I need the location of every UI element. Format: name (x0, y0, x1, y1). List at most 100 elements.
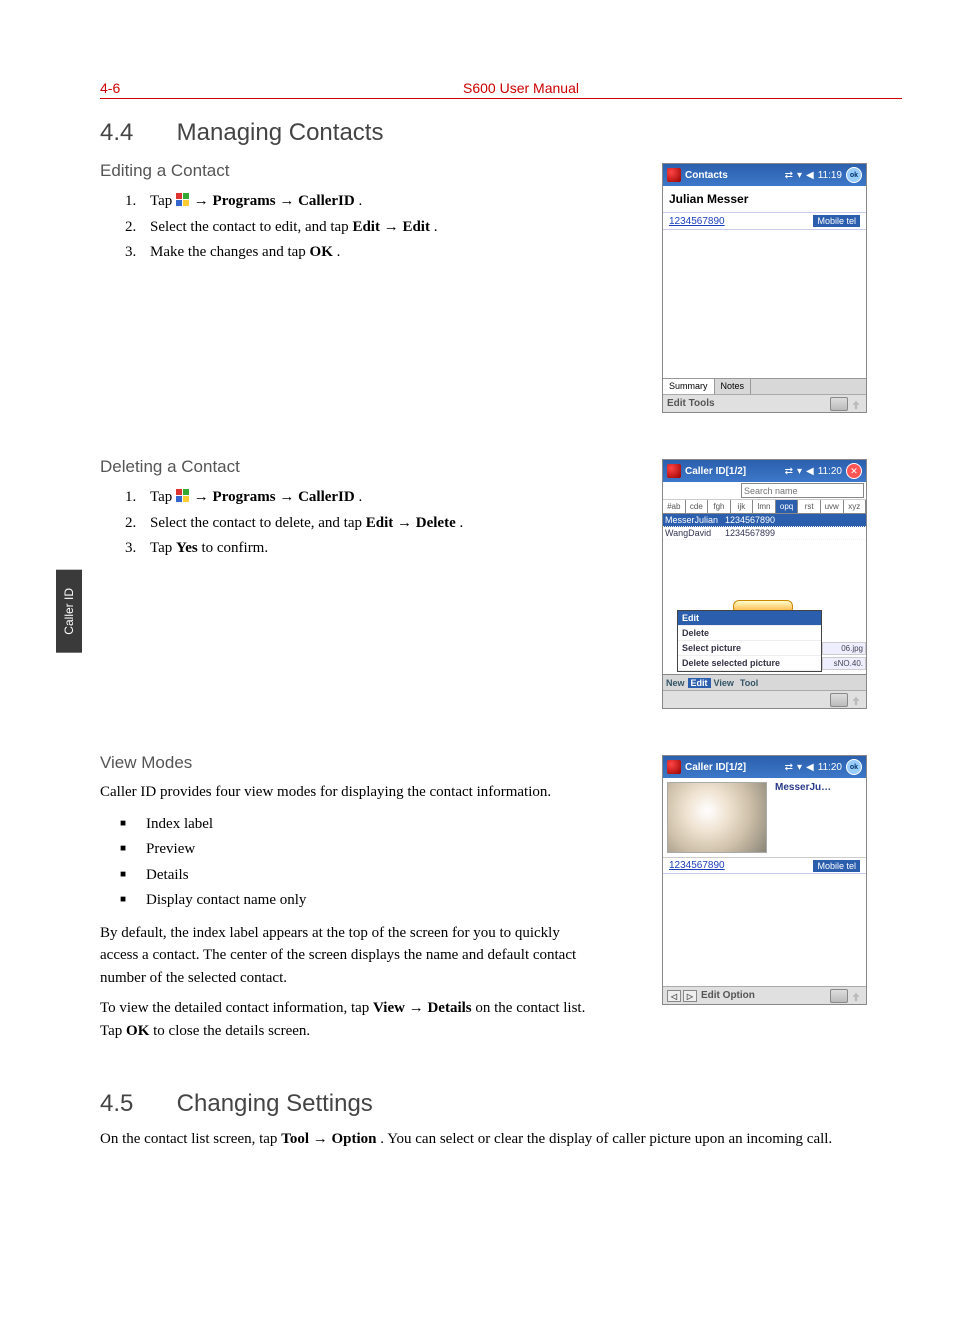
view-modes-intro: Caller ID provides four view modes for d… (100, 781, 600, 804)
window-title: Caller ID[1/2] (685, 762, 746, 773)
preview-area: MesserJu… (663, 778, 866, 858)
manual-title: S600 User Manual (140, 80, 902, 96)
footer-menu[interactable]: Edit Option (701, 990, 755, 1001)
section-4-5-heading: 4.5 Changing Settings (100, 1090, 902, 1118)
idx-ab[interactable]: #ab (663, 500, 686, 513)
tab-notes[interactable]: Notes (715, 379, 752, 394)
nav-prev-button[interactable]: ◁ (667, 990, 681, 1002)
menu-edit[interactable]: Edit (688, 678, 711, 688)
signal-icon: ▾ (797, 762, 802, 773)
contact-phone-row[interactable]: 1234567890 Mobile tel (663, 212, 866, 230)
contact-list: MesserJulian 1234567890 WangDavid 123456… (663, 514, 866, 540)
edit-step3-ok: OK (310, 244, 333, 260)
section-title: Changing Settings (177, 1090, 373, 1117)
menu-delete-picture[interactable]: Delete selected picture (678, 656, 821, 671)
mode-name-only: Display contact name only (120, 888, 642, 914)
edit-step-1: Tap → Programs → CallerID . (140, 189, 642, 215)
keyboard-icon[interactable] (830, 397, 848, 411)
menu-view[interactable]: View (711, 678, 737, 688)
footer-bar: · (663, 690, 866, 708)
edit-step-2: Select the contact to edit, and tap Edit… (140, 215, 642, 241)
up-arrow-icon[interactable] (850, 397, 862, 411)
section-number: 4.5 (100, 1090, 170, 1118)
idx-ijk[interactable]: ijk (731, 500, 754, 513)
idx-cde[interactable]: cde (686, 500, 709, 513)
menu-delete[interactable]: Delete (678, 626, 821, 641)
view-modes-para1: By default, the index label appears at t… (100, 922, 600, 990)
del-step-2: Select the contact to delete, and tap Ed… (140, 511, 642, 537)
close-button[interactable]: ✕ (846, 463, 862, 479)
edit-step1-path: → Programs → CallerID (194, 193, 355, 209)
list-item[interactable]: WangDavid 1234567899 (663, 527, 866, 540)
contact-phone[interactable]: 1234567890 (669, 860, 725, 871)
side-file: sNO.40. (822, 657, 866, 670)
contact-name: Julian Messer (663, 186, 866, 212)
edit-step-3: Make the changes and tap OK . (140, 240, 642, 266)
idx-uvw[interactable]: uvw (821, 500, 844, 513)
menu-tool[interactable]: Tool (737, 678, 761, 688)
footer-bar: ◁ ▷ Edit Option (663, 986, 866, 1004)
footer-bar: Edit Tools (663, 394, 866, 412)
del-step2-path: Edit → Delete (366, 515, 456, 531)
keyboard-icon[interactable] (830, 693, 848, 707)
phone-type-badge: Mobile tel (813, 860, 860, 872)
idx-lmn[interactable]: lmn (753, 500, 776, 513)
mode-preview: Preview (120, 837, 642, 863)
side-info: 06.jpg sNO.40. (822, 640, 866, 672)
windows-start-icon (176, 487, 190, 501)
sound-icon: ◀ (806, 170, 814, 181)
caller-picture (667, 782, 767, 853)
idx-rst[interactable]: rst (798, 500, 821, 513)
sync-icon: ⇄ (785, 762, 793, 773)
tab-summary[interactable]: Summary (663, 379, 715, 394)
bottom-menubar: New Edit View Tool (663, 674, 866, 690)
edit-popup-menu: Edit Delete Select picture Delete select… (677, 610, 822, 672)
search-input[interactable] (741, 483, 864, 498)
caller-name: MesserJu… (771, 778, 835, 857)
mode-index-label: Index label (120, 812, 642, 838)
titlebar: Caller ID[1/2] ⇄ ▾ ◀ 11:20 ✕ (663, 460, 866, 482)
ok-button[interactable]: ok (846, 167, 862, 183)
view-modes-para2: To view the detailed contact information… (100, 997, 600, 1042)
list-item[interactable]: MesserJulian 1234567890 (663, 514, 866, 527)
editing-contact-heading: Editing a Contact (100, 161, 642, 181)
screenshot-callerid-list: Caller ID[1/2] ⇄ ▾ ◀ 11:20 ✕ #ab cde (662, 459, 867, 709)
page-header: 4-6 S600 User Manual (100, 80, 902, 99)
sync-icon: ⇄ (785, 466, 793, 477)
up-arrow-icon[interactable] (850, 693, 862, 707)
menu-new[interactable]: New (663, 678, 688, 688)
footer-menu[interactable]: Edit Tools (667, 398, 715, 409)
idx-fgh[interactable]: fgh (708, 500, 731, 513)
phone-type-badge: Mobile tel (813, 215, 860, 227)
idx-opq[interactable]: opq (776, 500, 799, 513)
nav-next-button[interactable]: ▷ (683, 990, 697, 1002)
screenshot-contacts: Contacts ⇄ ▾ ◀ 11:19 ok Julian Messer 12… (662, 163, 867, 413)
ok-button[interactable]: ok (846, 759, 862, 775)
menu-edit[interactable]: Edit (678, 611, 821, 626)
nav-buttons: ◁ ▷ (667, 990, 701, 1002)
index-strip[interactable]: #ab cde fgh ijk lmn opq rst uvw xyz (663, 500, 866, 514)
section-number: 4.4 (100, 119, 170, 147)
clock-time: 11:19 (818, 170, 842, 181)
app-icon (667, 464, 681, 478)
edit-step2-path: Edit → Edit (352, 219, 430, 235)
contact-name: WangDavid (665, 528, 725, 538)
up-arrow-icon[interactable] (850, 989, 862, 1003)
contact-name: MesserJulian (665, 515, 725, 525)
contact-phone-row[interactable]: 1234567890 Mobile tel (663, 858, 866, 874)
contact-phone[interactable]: 1234567890 (669, 216, 725, 227)
idx-xyz[interactable]: xyz (844, 500, 867, 513)
contact-phone: 1234567890 (725, 515, 775, 525)
titlebar: Caller ID[1/2] ⇄ ▾ ◀ 11:20 ok (663, 756, 866, 778)
changing-settings-para: On the contact list screen, tap Tool → O… (100, 1128, 902, 1151)
section-title: Managing Contacts (177, 119, 384, 146)
view-modes-list: Index label Preview Details Display cont… (100, 812, 642, 914)
app-icon (667, 168, 681, 182)
contact-tabs: Summary Notes (663, 378, 866, 394)
side-file: 06.jpg (822, 642, 866, 655)
window-title: Caller ID[1/2] (685, 466, 746, 477)
menu-select-picture[interactable]: Select picture (678, 641, 821, 656)
keyboard-icon[interactable] (830, 989, 848, 1003)
del-step-1: Tap → Programs → CallerID . (140, 485, 642, 511)
page-number: 4-6 (100, 80, 140, 96)
